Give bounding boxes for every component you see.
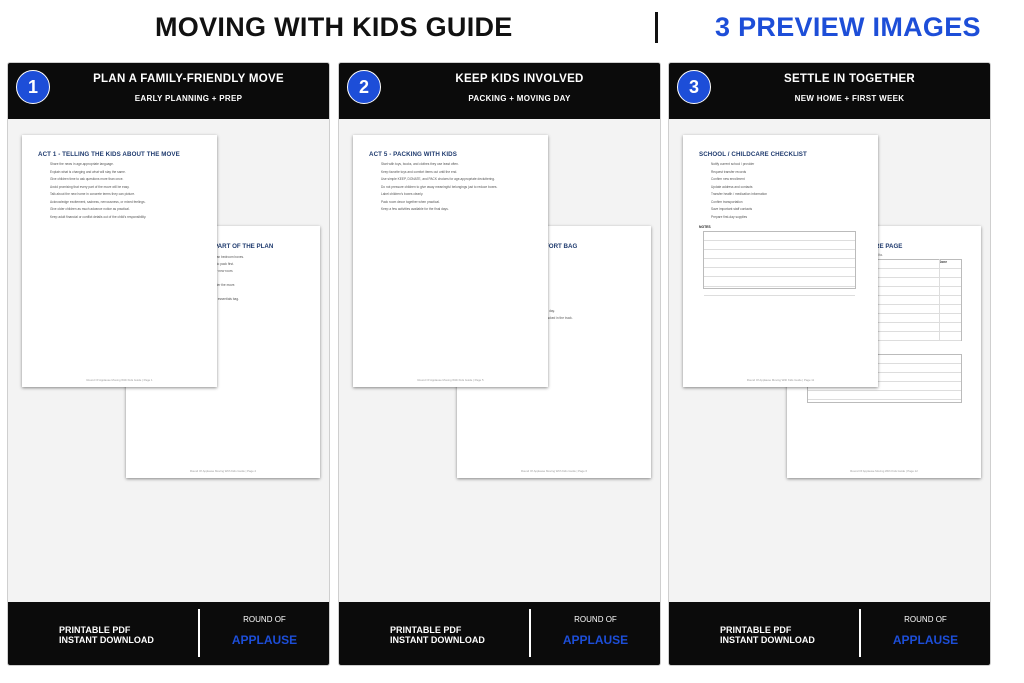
notes-box	[703, 231, 856, 296]
step-number-badge: 1	[16, 70, 50, 104]
brand-top-text: ROUND OF	[574, 615, 617, 624]
list-item: Use simple KEEP, DONATE, and PACK choice…	[381, 177, 495, 181]
list-item: Save important staff contacts	[711, 207, 753, 211]
list-item: Acknowledge excitement, sadness, nervous…	[50, 199, 146, 204]
panel-footer: PRINTABLE PDF INSTANT DOWNLOAD ROUND OF …	[669, 602, 990, 665]
panel-header: 1 PLAN A FAMILY-FRIENDLY MOVE EARLY PLAN…	[8, 63, 329, 119]
page-bullet-list: Start with toys, books, and clothes they…	[381, 162, 497, 215]
page-heading: SCHOOL / CHILDCARE CHECKLIST	[699, 151, 807, 158]
panel-subtitle: EARLY PLANNING + PREP	[134, 94, 243, 103]
format-label: PRINTABLE PDF	[59, 625, 131, 635]
download-label: INSTANT DOWNLOAD	[390, 635, 485, 645]
page-heading: ACT 5 - PACKING WITH KIDS	[369, 151, 457, 158]
list-item: Confirm new enrollment	[711, 177, 745, 181]
page-footer: Round Of Applause Moving With Kids Guide…	[189, 469, 257, 473]
step-number-badge: 2	[347, 70, 381, 104]
preview-page-front: ACT 5 - PACKING WITH KIDS Start with toy…	[353, 135, 548, 387]
panel-subtitle: PACKING + MOVING DAY	[468, 94, 571, 103]
list-item: Label children's boxes clearly.	[381, 192, 424, 196]
page-heading: ACT 1 - TELLING THE KIDS ABOUT THE MOVE	[38, 151, 180, 158]
page-footer: Round Of Applause Moving With Kids Guide…	[746, 378, 815, 382]
download-label: INSTANT DOWNLOAD	[59, 635, 154, 645]
page-title: MOVING WITH KIDS GUIDE	[155, 12, 513, 42]
list-item: Avoid promising that every part of the m…	[50, 184, 130, 189]
list-item: Talk about the new home in concrete term…	[50, 192, 136, 196]
panel-title: PLAN A FAMILY-FRIENDLY MOVE	[93, 73, 284, 85]
panel-footer: PRINTABLE PDF INSTANT DOWNLOAD ROUND OF …	[339, 602, 660, 665]
panel-header: 3 SETTLE IN TOGETHER NEW HOME + FIRST WE…	[669, 63, 990, 119]
list-item: Keep favorite toys and comfort items out…	[381, 169, 458, 174]
notes-label: NOTES	[699, 225, 711, 229]
format-label: PRINTABLE PDF	[720, 625, 792, 635]
page-heading: RE PAGE	[875, 243, 903, 250]
table-divider	[939, 259, 940, 341]
preview-page-front: ACT 1 - TELLING THE KIDS ABOUT THE MOVE …	[22, 135, 217, 387]
list-item: Give children time to ask questions more…	[50, 177, 124, 181]
list-item: Prepare first-day supplies	[711, 214, 748, 219]
list-item: Give older children as much advance noti…	[50, 207, 130, 211]
page-text: or essentials bag.	[214, 297, 239, 301]
list-item: Pack room decor together when practical.	[381, 199, 440, 204]
download-label: INSTANT DOWNLOAD	[720, 635, 815, 645]
page-text: packed in the truck.	[545, 316, 573, 320]
list-item: Request transfer records	[711, 169, 747, 174]
page-heading: PART OF THE PLAN	[214, 243, 274, 250]
list-item: Do not pressure children to give away me…	[381, 184, 498, 189]
list-item: Explain what is changing and what will s…	[50, 169, 126, 174]
brand-top-text: ROUND OF	[243, 615, 286, 624]
page-text: after the move.	[214, 283, 236, 287]
format-label: PRINTABLE PDF	[390, 625, 462, 635]
list-item: Start with toys, books, and clothes they…	[381, 162, 459, 166]
list-item: Transfer health / medication information	[711, 192, 768, 196]
page-bullet-list: Notify current school / provider Request…	[711, 162, 767, 222]
brand-top-text: ROUND OF	[904, 615, 947, 624]
page-footer: Round Of Applause Moving With Kids Guide…	[850, 469, 918, 473]
preview-page-front: SCHOOL / CHILDCARE CHECKLIST Notify curr…	[683, 135, 878, 387]
list-item: Update address and contacts	[711, 184, 753, 189]
page-bullet-list: Share the news in age-appropriate langua…	[50, 162, 146, 222]
page-header: MOVING WITH KIDS GUIDE 3 PREVIEW IMAGES	[0, 0, 1024, 58]
preview-panel-3: 3 SETTLE IN TOGETHER NEW HOME + FIRST WE…	[668, 62, 991, 666]
panel-header: 2 KEEP KIDS INVOLVED PACKING + MOVING DA…	[339, 63, 660, 119]
preview-count-label: 3 PREVIEW IMAGES	[715, 12, 981, 42]
list-item: Keep adult financial or conflict details…	[50, 214, 147, 219]
list-item: Notify current school / provider	[711, 162, 755, 166]
list-item: Share the news in age-appropriate langua…	[50, 162, 114, 166]
page-footer: Round Of Applause Moving With Kids Guide…	[417, 378, 484, 382]
preview-panel-1: 1 PLAN A FAMILY-FRIENDLY MOVE EARLY PLAN…	[7, 62, 330, 666]
step-number-badge: 3	[677, 70, 711, 104]
brand-logo-text: APPLAUSE	[562, 633, 629, 647]
header-divider	[655, 12, 658, 43]
page-footer: Round Of Applause Moving With Kids Guide…	[520, 469, 588, 473]
brand-logo-text: APPLAUSE	[892, 633, 959, 647]
panel-title: SETTLE IN TOGETHER	[783, 73, 916, 85]
panel-subtitle: NEW HOME + FIRST WEEK	[794, 94, 905, 103]
page-heading: FORT BAG	[545, 243, 578, 250]
list-item: Keep a few activities available for the …	[381, 207, 449, 211]
panel-title: KEEP KIDS INVOLVED	[455, 73, 584, 85]
brand-logo-text: APPLAUSE	[231, 633, 298, 647]
page-text: than bedroom boxes.	[214, 255, 244, 259]
preview-panel-2: 2 KEEP KIDS INVOLVED PACKING + MOVING DA…	[338, 62, 661, 666]
list-item: Confirm transportation	[711, 199, 743, 204]
panel-footer: PRINTABLE PDF INSTANT DOWNLOAD ROUND OF …	[8, 602, 329, 665]
page-footer: Round Of Applause Moving With Kids Guide…	[86, 378, 153, 382]
